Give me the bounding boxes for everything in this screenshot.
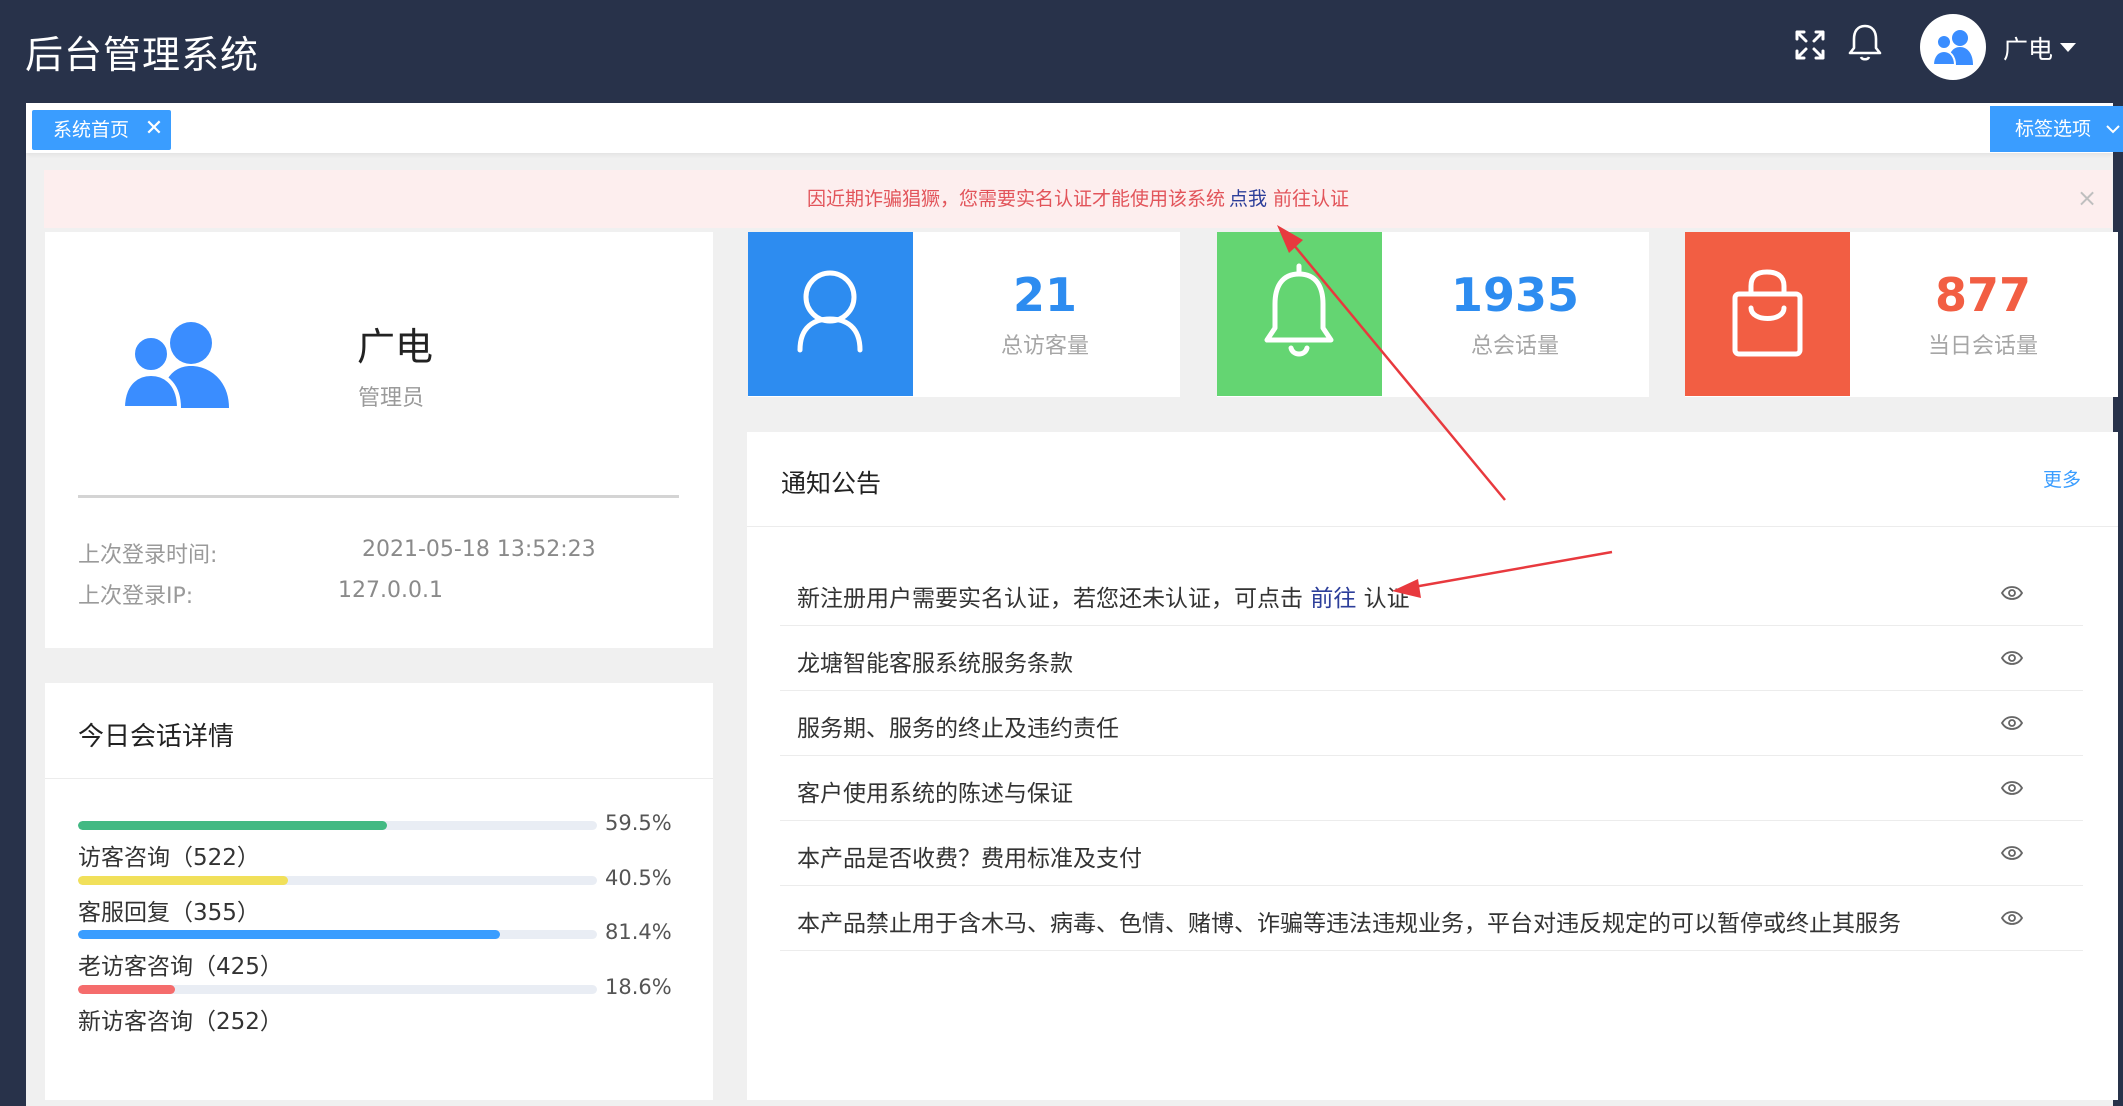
bag-icon (1732, 269, 1803, 357)
eye-icon[interactable] (2000, 715, 2024, 734)
progress-label-returning: 老访客咨询（425） (78, 954, 283, 980)
progress-track-visitor (78, 821, 597, 830)
notice-item-text: 龙塘智能客服系统服务条款 (797, 651, 1073, 677)
session-header-divider (45, 778, 713, 779)
notice-more-link[interactable]: 更多 (2043, 465, 2081, 492)
session-title: 今日会话详情 (78, 722, 235, 752)
stat-sessions-label: 总会话量 (1470, 334, 1559, 359)
notice-item-suffix: 认证 (1363, 586, 1410, 612)
header-avatar[interactable] (1920, 14, 1986, 80)
stat-visitors-icon-box (748, 232, 913, 396)
notice-item-text: 服务期、服务的终止及违约责任 (797, 716, 1119, 742)
stat-daily-label: 当日会话量 (1927, 334, 2038, 359)
alert-close-icon[interactable]: × (2075, 183, 2099, 213)
notice-item[interactable]: 本产品是否收费？费用标准及支付 (780, 821, 2083, 886)
eye-icon[interactable] (2000, 780, 2024, 799)
stat-sessions-value: 1935 (1450, 268, 1580, 322)
progress-label-reply: 客服回复（355） (78, 900, 260, 926)
stat-daily-icon-box (1685, 232, 1850, 396)
tab-close-icon[interactable]: ✕ (143, 114, 165, 144)
notice-header-divider (747, 526, 2118, 527)
bell-icon[interactable] (1846, 22, 1884, 61)
notice-item-text-main: 新注册用户需要实名认证，若您还未认证，可点击 (797, 586, 1303, 612)
user-icon (797, 270, 863, 353)
progress-track-new (78, 985, 597, 994)
notice-item[interactable]: 客户使用系统的陈述与保证 (780, 756, 2083, 821)
eye-icon[interactable] (2000, 845, 2024, 864)
progress-fill-new (78, 985, 175, 994)
last-login-ip-value: 127.0.0.1 (338, 578, 443, 603)
progress-label-new: 新访客咨询（252） (78, 1009, 283, 1035)
progress-percent-returning: 81.4% (605, 920, 672, 944)
app-title: 后台管理系统 (25, 33, 260, 77)
notice-item-text: 客户使用系统的陈述与保证 (797, 781, 1073, 807)
bell-icon (1264, 263, 1334, 357)
progress-percent-reply: 40.5% (605, 866, 672, 890)
notice-item[interactable]: 服务期、服务的终止及违约责任 (780, 691, 2083, 756)
tab-bar (26, 103, 2113, 153)
progress-percent-new: 18.6% (605, 975, 672, 999)
eye-icon[interactable] (2000, 910, 2024, 929)
eye-icon[interactable] (2000, 650, 2024, 669)
progress-fill-visitor (78, 821, 387, 830)
last-login-time-label: 上次登录时间: (78, 543, 218, 568)
last-login-time-value: 2021-05-18 13:52:23 (362, 537, 596, 562)
progress-label-visitor: 访客咨询（522） (78, 845, 260, 871)
tab-home-label: 系统首页 (53, 119, 130, 141)
notice-item[interactable]: 本产品禁止用于含木马、病毒、色情、赌博、诈骗等违法违规业务，平台对违反规定的可以… (780, 886, 2083, 951)
tab-options-label: 标签选项 (2015, 118, 2092, 140)
caret-down-icon[interactable] (2060, 43, 2076, 52)
progress-percent-visitor: 59.5% (605, 811, 672, 835)
notice-item-text: 本产品禁止用于含木马、病毒、色情、赌博、诈骗等违法违规业务，平台对违反规定的可以… (797, 911, 1901, 937)
header-user-name[interactable]: 广电 (2003, 30, 2053, 66)
eye-icon[interactable] (2000, 585, 2024, 604)
alert-text: 因近期诈骗猖獗，您需要实名认证才能使用该系统 (806, 188, 1225, 210)
notice-go-link[interactable]: 前往 (1310, 586, 1356, 612)
chevron-down-icon (2105, 120, 2121, 139)
profile-name: 广电 (357, 325, 434, 369)
notice-item-text: 本产品是否收费？费用标准及支付 (797, 846, 1142, 872)
top-header: 后台管理系统 广电 (0, 0, 2123, 103)
alert-click-link[interactable]: 点我 (1229, 188, 1267, 210)
avatar-icon (1933, 30, 1973, 65)
left-sidebar-strip (0, 103, 26, 1106)
tab-options-button[interactable]: 标签选项 (1990, 106, 2123, 152)
stat-sessions-icon-box (1217, 232, 1382, 396)
progress-fill-returning (78, 930, 501, 939)
notice-title: 通知公告 (781, 469, 882, 498)
stat-daily-value: 877 (1934, 268, 2032, 322)
notice-item[interactable]: 新注册用户需要实名认证，若您还未认证，可点击 前往 认证 (780, 561, 2083, 626)
stat-visitors-value: 21 (1012, 268, 1077, 322)
last-login-ip-label: 上次登录IP: (78, 584, 194, 609)
notice-item-text: 新注册用户需要实名认证，若您还未认证，可点击 前往 认证 (797, 579, 1410, 613)
progress-fill-reply (78, 876, 289, 885)
profile-role: 管理员 (358, 386, 425, 411)
stat-visitors-label: 总访客量 (1000, 334, 1089, 359)
alert-verify-link[interactable]: 前往认证 (1273, 188, 1349, 210)
notice-item[interactable]: 龙塘智能客服系统服务条款 (780, 626, 2083, 691)
progress-track-reply (78, 876, 597, 885)
profile-divider (78, 495, 679, 498)
progress-track-returning (78, 930, 597, 939)
alert-banner: 因近期诈骗猖獗，您需要实名认证才能使用该系统 点我 前往认证 (44, 170, 2112, 228)
fullscreen-icon[interactable] (1791, 26, 1829, 64)
users-icon (120, 318, 229, 412)
